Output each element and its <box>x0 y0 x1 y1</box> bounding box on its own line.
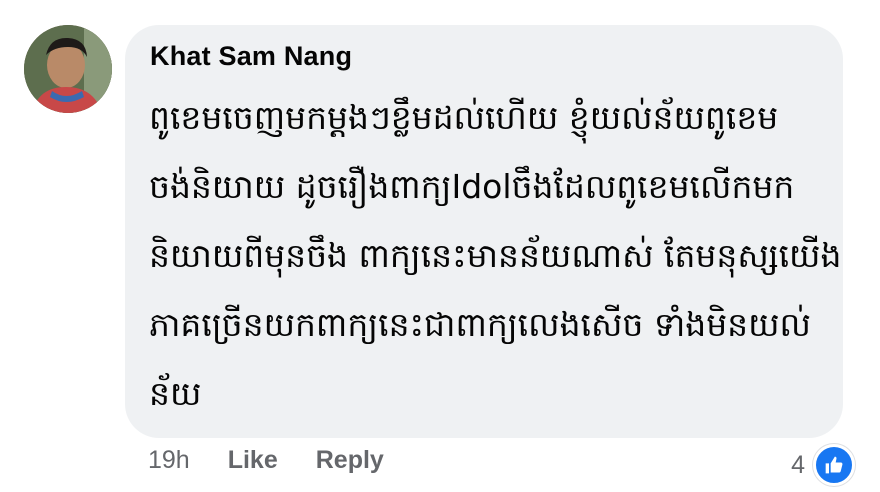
comment-bubble: Khat Sam Nang ពូខេមចេញមកម្ដងៗខ្លឹមដល់ហើយ… <box>125 25 843 438</box>
thumbs-up-icon <box>813 444 855 486</box>
like-button[interactable]: Like <box>228 446 278 475</box>
comment-text-line: និយាយពីមុនចឹង ពាក្យនេះមានន័យណាស់ តែមនុស្… <box>149 236 842 275</box>
comment-text: ពូខេមចេញមកម្ដងៗខ្លឹមដល់ហើយ ខ្ញុំយល់ន័យពូ… <box>149 83 842 428</box>
avatar-photo <box>24 25 112 113</box>
comment-text-line: ចង់និយាយ ដូចរឿងពាក្យIdolចឹងដែលពូខេមលើកមក <box>149 167 795 206</box>
comment-actions: 19h Like Reply <box>148 446 422 475</box>
comment-text-line: ភាគច្រើនយកពាក្យនេះជាពាក្យលេងសើច ទាំងមិនយ… <box>149 305 811 344</box>
reply-button[interactable]: Reply <box>316 446 384 475</box>
avatar[interactable] <box>24 25 112 113</box>
comment-text-line: ន័យ <box>149 374 202 413</box>
reaction-count: 4 <box>791 450 805 479</box>
comment-author[interactable]: Khat Sam Nang <box>150 41 352 72</box>
reaction-summary[interactable]: 4 <box>791 444 855 486</box>
comment-text-line: ពូខេមចេញមកម្ដងៗខ្លឹមដល់ហើយ ខ្ញុំយល់ន័យពូ… <box>149 98 779 137</box>
comment-timestamp[interactable]: 19h <box>148 446 190 475</box>
